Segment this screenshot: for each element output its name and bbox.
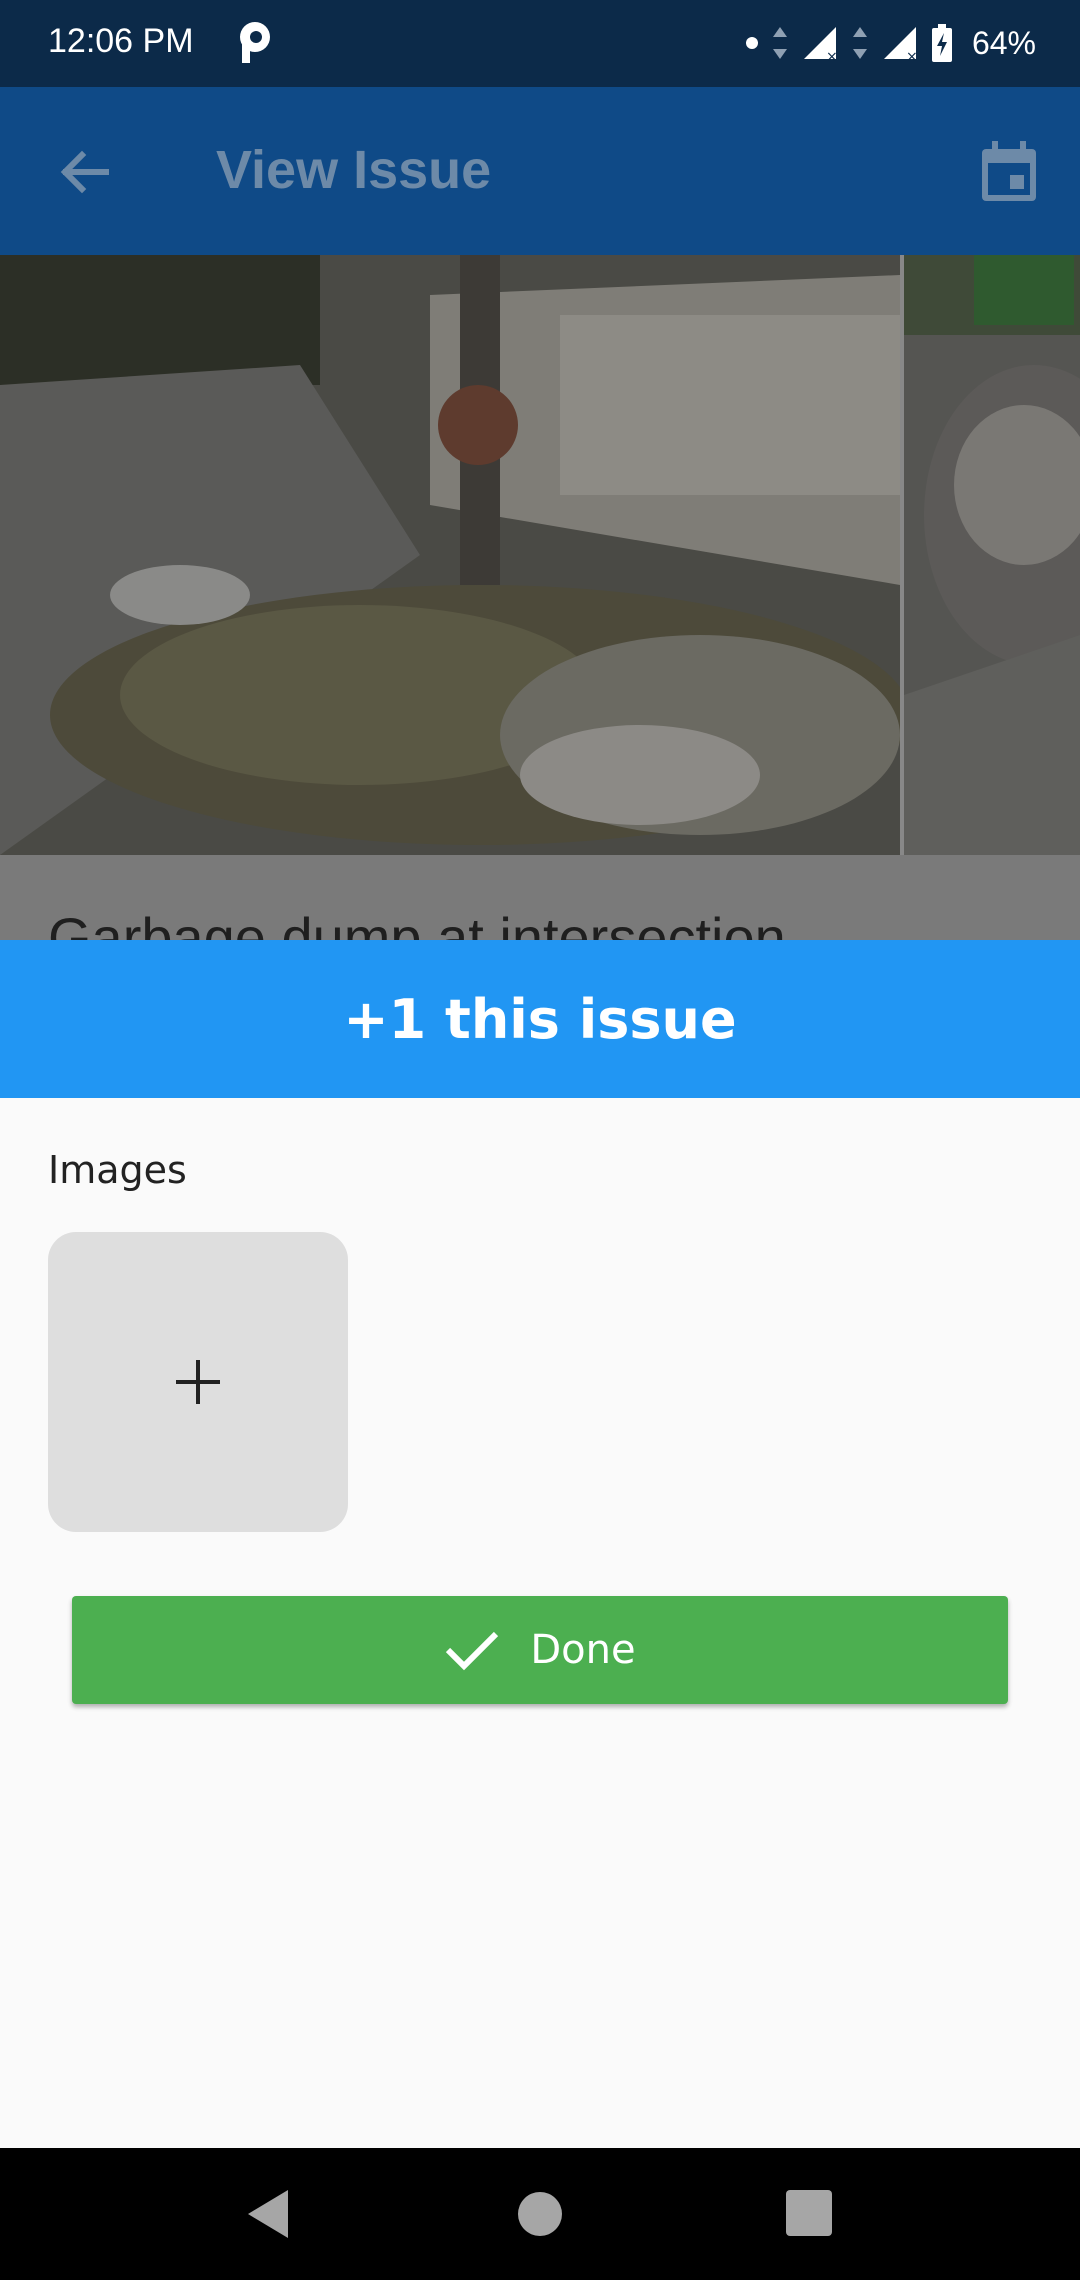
issue-photo[interactable] xyxy=(0,255,900,855)
back-triangle-icon[interactable] xyxy=(244,2188,294,2240)
home-circle-icon[interactable] xyxy=(518,2192,562,2236)
data-arrows-icon xyxy=(772,27,787,59)
issue-photo[interactable] xyxy=(904,255,1080,855)
arrow-left-icon[interactable] xyxy=(50,137,120,207)
upvote-sheet: +1 this issue Images Done xyxy=(0,940,1080,2148)
sheet-title: +1 this issue xyxy=(343,987,737,1051)
sheet-header: +1 this issue xyxy=(0,940,1080,1098)
add-image-button[interactable] xyxy=(48,1232,348,1532)
check-icon xyxy=(446,1631,499,1671)
parking-app-icon xyxy=(240,22,270,63)
signal-icon: × xyxy=(883,27,918,63)
issue-header-behind: Garbage dump at intersection xyxy=(0,855,1080,940)
battery-percent: 64% xyxy=(971,24,1036,61)
done-button[interactable]: Done xyxy=(72,1596,1008,1704)
issue-photo-gallery[interactable] xyxy=(0,255,1080,855)
app-bar: View Issue xyxy=(0,87,1080,255)
svg-text:×: × xyxy=(906,49,918,63)
status-time: 12:06 PM xyxy=(48,22,194,60)
data-arrows-icon xyxy=(852,27,867,59)
recents-square-icon[interactable] xyxy=(786,2190,832,2236)
status-bar: 12:06 PM × × 64% xyxy=(0,0,1080,87)
battery-charging-icon xyxy=(931,24,952,62)
signal-icon: × xyxy=(803,27,838,63)
status-icons: × × 64% xyxy=(744,18,1036,68)
images-label: Images xyxy=(48,1148,187,1192)
plus-icon xyxy=(176,1360,220,1404)
svg-text:×: × xyxy=(826,49,838,63)
system-nav-bar xyxy=(0,2148,1080,2280)
done-label: Done xyxy=(530,1627,636,1673)
calendar-icon[interactable] xyxy=(974,137,1044,207)
issue-title: Garbage dump at intersection xyxy=(48,906,786,940)
dot-icon xyxy=(745,37,758,49)
page-title: View Issue xyxy=(216,140,492,200)
